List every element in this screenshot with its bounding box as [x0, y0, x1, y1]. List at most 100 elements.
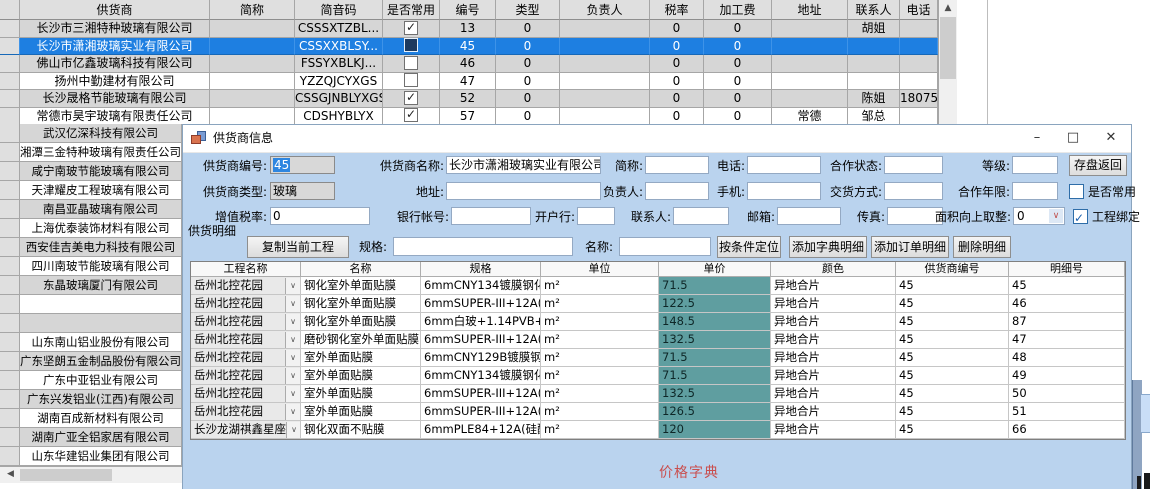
contact-field[interactable] — [673, 207, 729, 225]
list-item[interactable]: 咸宁南玻节能玻璃有限公司 — [0, 162, 182, 181]
project-combo[interactable]: 长沙龙湖祺鑫星座∨ — [191, 421, 301, 439]
col-no[interactable]: 编号 — [440, 0, 496, 20]
add-order-detail-button[interactable]: 添加订单明细 — [871, 236, 949, 258]
table-row[interactable]: 岳州北控花园∨ 室外单面贴膜 6mmCNY134镀膜钢化 m² 71.5 异地合… — [191, 367, 1125, 385]
project-combo[interactable]: 岳州北控花园∨ — [191, 349, 301, 367]
list-item[interactable]: 武汉亿深科技有限公司 — [0, 124, 182, 143]
row-header[interactable] — [0, 38, 20, 56]
chevron-down-icon[interactable]: ∨ — [285, 278, 300, 294]
project-combo[interactable]: 岳州北控花园∨ — [191, 367, 301, 385]
manager-field[interactable] — [645, 182, 709, 200]
table-row[interactable]: 长沙晟格节能玻璃有限公司 CSSGJNBLYXGS 52 0 0 0 陈姐 18… — [0, 90, 938, 108]
chevron-down-icon[interactable]: ∨ — [285, 404, 300, 420]
mobile-field[interactable] — [747, 182, 821, 200]
supplier-name-field[interactable]: 长沙市潇湘玻璃实业有限公司 — [446, 156, 601, 174]
delete-detail-button[interactable]: 删除明细 — [953, 236, 1011, 258]
round-up-select[interactable]: 0∨ — [1013, 207, 1065, 225]
row-header[interactable] — [0, 90, 20, 108]
chevron-down-icon[interactable]: ∨ — [285, 296, 300, 312]
project-combo[interactable]: 岳州北控花园∨ — [191, 331, 301, 349]
row-header[interactable] — [0, 55, 20, 73]
cell-price[interactable]: 71.5 — [659, 277, 771, 295]
col-shortname[interactable]: 简称 — [210, 0, 295, 20]
table-row[interactable]: 岳州北控花园∨ 钢化室外单面贴膜 6mmCNY134镀膜钢化 m² 71.5 异… — [191, 277, 1125, 295]
common-checkbox[interactable] — [404, 108, 418, 122]
table-row[interactable]: 岳州北控花园∨ 室外单面贴膜 6mmSUPER-III+12A(硅... m² … — [191, 403, 1125, 421]
col-tax[interactable]: 税率 — [650, 0, 704, 20]
col-supplier[interactable]: 供货商 — [20, 0, 210, 20]
list-item[interactable]: 东晶玻璃厦门有限公司 — [0, 276, 182, 295]
col-spec[interactable]: 规格 — [421, 262, 541, 277]
project-combo[interactable]: 岳州北控花园∨ — [191, 313, 301, 331]
maximize-button[interactable]: □ — [1055, 125, 1091, 151]
row-header[interactable] — [0, 447, 20, 466]
table-row[interactable]: 长沙龙湖祺鑫星座∨ 钢化双面不贴膜 6mmPLE84+12A(硅酮胶... m²… — [191, 421, 1125, 439]
supplier-type-field[interactable]: 玻璃 — [270, 182, 335, 200]
col-supplier-no[interactable]: 供货商编号 — [896, 262, 1009, 277]
col-price[interactable]: 单价 — [659, 262, 771, 277]
table-row[interactable]: 岳州北控花园∨ 钢化室外单面贴膜 6mmSUPER-III+12A(硅... m… — [191, 295, 1125, 313]
email-field[interactable] — [777, 207, 841, 225]
add-dict-detail-button[interactable]: 添加字典明细 — [789, 236, 867, 258]
grade-field[interactable] — [1012, 156, 1058, 174]
list-item[interactable] — [0, 314, 182, 333]
bank-account-field[interactable] — [451, 207, 531, 225]
bank-field[interactable] — [577, 207, 615, 225]
row-header[interactable] — [0, 124, 20, 143]
project-combo[interactable]: 岳州北控花园∨ — [191, 403, 301, 421]
cell-price[interactable]: 132.5 — [659, 385, 771, 403]
scroll-up-icon[interactable]: ▲ — [939, 0, 957, 17]
row-header[interactable] — [0, 257, 20, 276]
coop-status-field[interactable] — [884, 156, 943, 174]
phone-field[interactable] — [747, 156, 821, 174]
table-row[interactable]: 岳州北控花园∨ 室外单面贴膜 6mmSUPER-III+12A(硅... m² … — [191, 385, 1125, 403]
cell-price[interactable]: 122.5 — [659, 295, 771, 313]
row-header[interactable] — [0, 276, 20, 295]
horizontal-scrollbar[interactable]: ◀ — [0, 466, 182, 483]
chevron-down-icon[interactable]: ∨ — [285, 350, 300, 366]
vat-field[interactable]: 0 — [270, 207, 370, 225]
list-item[interactable]: 广东中亚铝业有限公司 — [0, 371, 182, 390]
delivery-field[interactable] — [884, 182, 943, 200]
col-contact[interactable]: 联系人 — [848, 0, 900, 20]
row-header[interactable] — [0, 73, 20, 91]
col-phone[interactable]: 电话 — [900, 0, 938, 20]
row-header[interactable] — [0, 390, 20, 409]
row-header-corner[interactable] — [0, 0, 20, 20]
close-button[interactable]: ✕ — [1093, 125, 1129, 151]
save-return-button[interactable]: 存盘返回 — [1069, 155, 1127, 176]
scrollbar-thumb[interactable] — [20, 469, 112, 481]
list-item[interactable]: 上海优泰装饰材料有限公司 — [0, 219, 182, 238]
list-item[interactable]: 广东兴发铝业(江西)有限公司 — [0, 390, 182, 409]
cell-price[interactable]: 126.5 — [659, 403, 771, 421]
name-filter-input[interactable] — [619, 237, 711, 256]
common-checkbox[interactable] — [404, 73, 418, 87]
table-row[interactable]: 岳州北控花园∨ 室外单面贴膜 6mmCNY129B镀膜钢化 m² 71.5 异地… — [191, 349, 1125, 367]
col-code[interactable]: 简音码 — [295, 0, 383, 20]
vertical-scrollbar[interactable]: ▲ — [938, 0, 957, 125]
table-row[interactable]: 佛山市亿鑫玻璃科技有限公司 FSSYXBLKJ... 46 0 0 0 — [0, 55, 938, 73]
col-address[interactable]: 地址 — [772, 0, 848, 20]
col-type[interactable]: 类型 — [496, 0, 560, 20]
row-header[interactable] — [0, 371, 20, 390]
col-fee[interactable]: 加工费 — [704, 0, 772, 20]
list-item[interactable]: 天津耀皮工程玻璃有限公司 — [0, 181, 182, 200]
short-name-field[interactable] — [645, 156, 709, 174]
chevron-down-icon[interactable]: ∨ — [285, 332, 300, 348]
row-header[interactable] — [0, 428, 20, 447]
dialog-titlebar[interactable]: 供货商信息 – □ ✕ — [183, 125, 1131, 153]
project-bind-checkbox[interactable] — [1073, 209, 1088, 224]
table-row[interactable]: 岳州北控花园∨ 钢化室外单面贴膜 6mm白玻+1.14PVB+6mm... m²… — [191, 313, 1125, 331]
chevron-down-icon[interactable]: ∨ — [285, 368, 300, 384]
chevron-down-icon[interactable]: ∨ — [1049, 209, 1063, 223]
table-row[interactable]: 岳州北控花园∨ 磨砂钢化室外单面贴膜 6mmSUPER-III+12A(硅...… — [191, 331, 1125, 349]
row-header[interactable] — [0, 200, 20, 219]
project-combo[interactable]: 岳州北控花园∨ — [191, 385, 301, 403]
common-checkbox[interactable] — [404, 38, 418, 52]
common-checkbox[interactable] — [404, 56, 418, 70]
table-row[interactable]: 扬州中勤建材有限公司 YZZQJCYXGS 47 0 0 0 — [0, 73, 938, 91]
cell-price[interactable]: 120 — [659, 421, 771, 439]
row-header[interactable] — [0, 219, 20, 238]
col-unit[interactable]: 单位 — [541, 262, 659, 277]
list-item[interactable]: 广东坚朗五金制品股份有限公司 — [0, 352, 182, 371]
